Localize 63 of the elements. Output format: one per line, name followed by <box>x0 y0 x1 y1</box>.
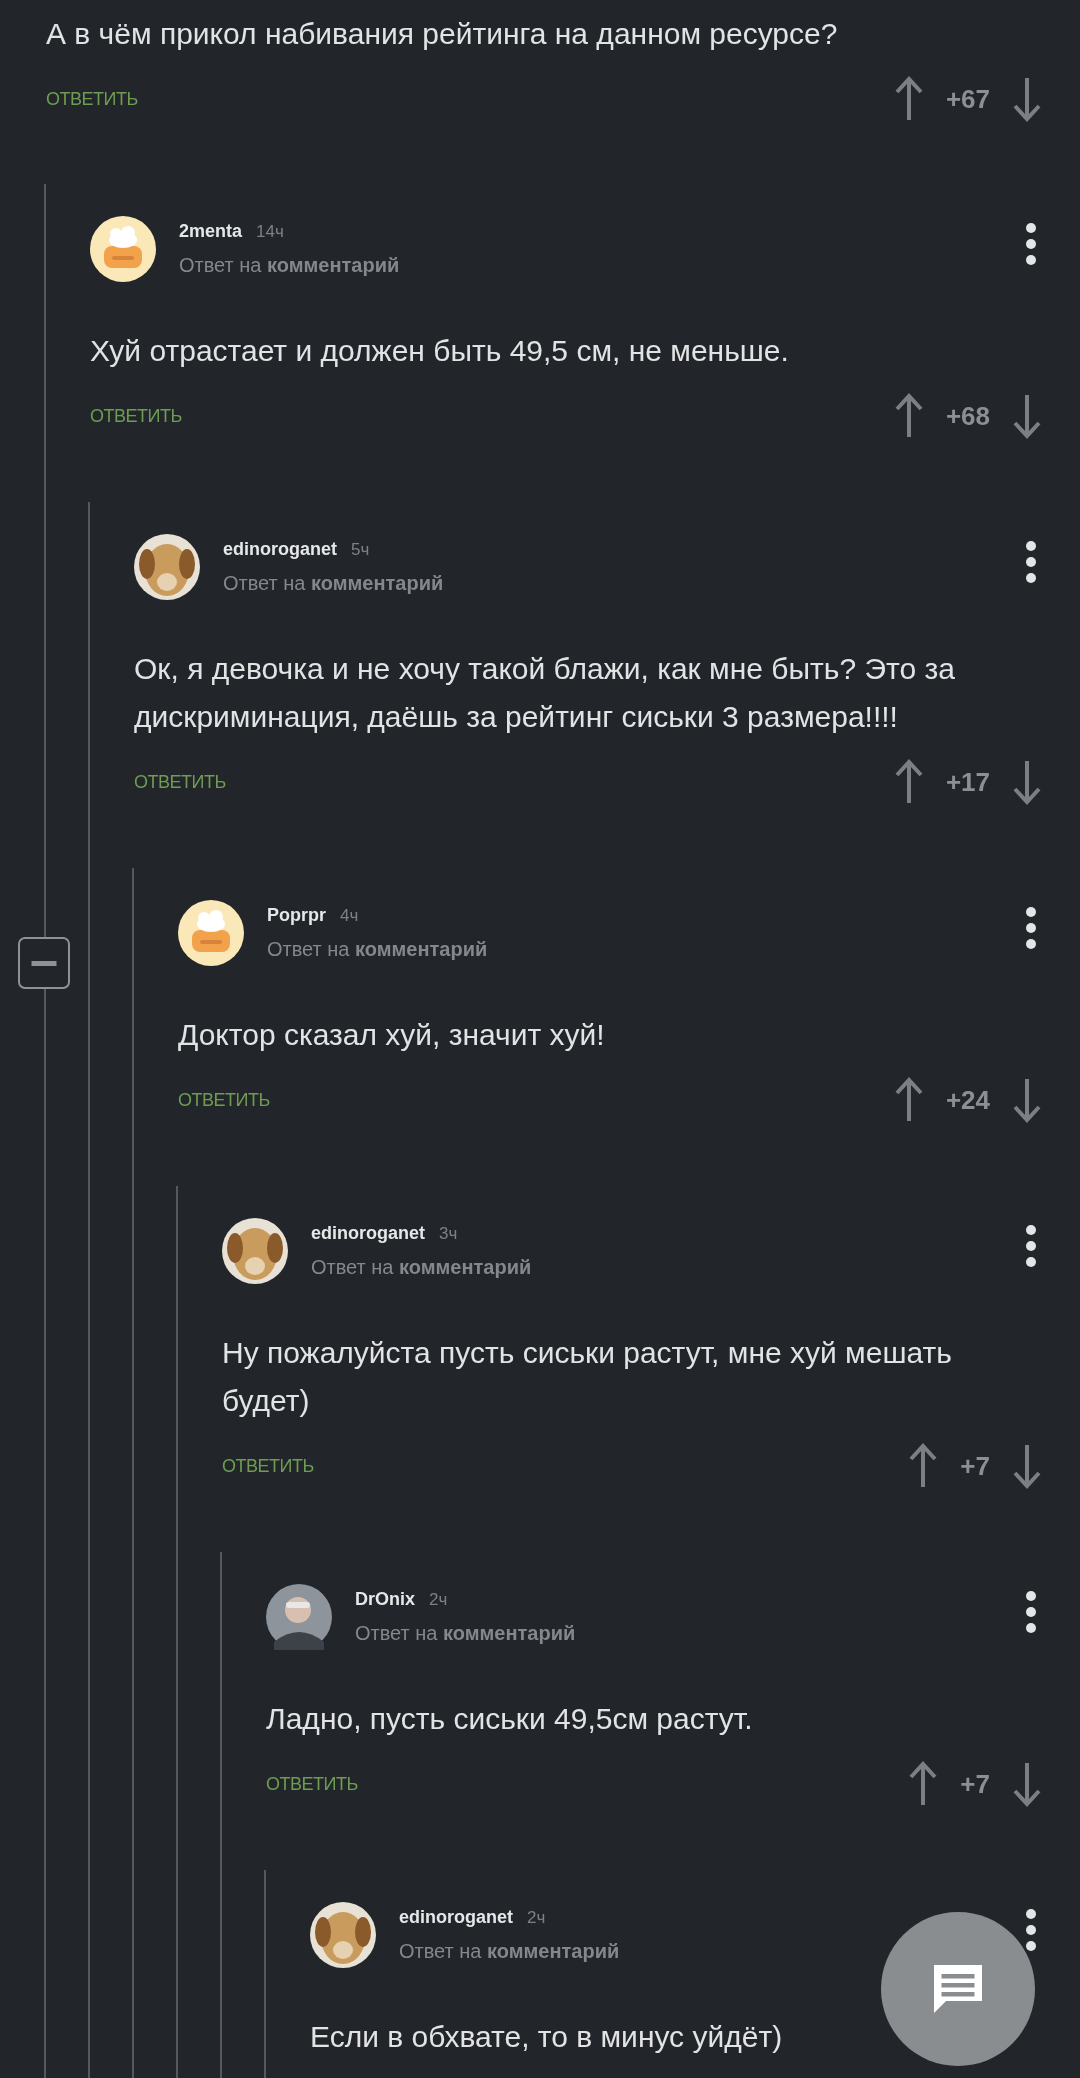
score: +7 <box>960 1768 990 1800</box>
comment-time: 3ч <box>439 1224 458 1244</box>
more-options-icon[interactable] <box>1024 222 1038 266</box>
upvote-icon[interactable] <box>893 759 924 805</box>
author-name[interactable]: edinoroganet <box>399 1907 513 1928</box>
downvote-icon[interactable] <box>1012 1443 1042 1489</box>
upvote-icon[interactable] <box>908 1761 939 1807</box>
downvote-icon[interactable] <box>1012 1077 1042 1123</box>
reply-to-link[interactable]: Ответ на комментарий <box>179 254 400 277</box>
comment-text: Если в обхвате, то в минус уйдёт) <box>310 2019 784 2055</box>
downvote-icon[interactable] <box>1012 76 1042 122</box>
more-options-icon[interactable] <box>1024 1908 1038 1952</box>
comment-time: 2ч <box>527 1908 546 1928</box>
downvote-icon[interactable] <box>1012 759 1042 805</box>
reply-to-link[interactable]: Ответ на комментарий <box>399 1940 620 1963</box>
comment-time: 14ч <box>256 222 284 242</box>
reply-button[interactable]: ОТВЕТИТЬ <box>178 1089 270 1111</box>
comment-text: Ок, я девочка и не хочу такой блажи, как мне быть? Это за дискриминация, даёшь за рейтинг сиськи 3 размера!!!! <box>134 651 956 735</box>
comment-time: 2ч <box>429 1590 448 1610</box>
upvote-icon[interactable] <box>908 1443 939 1489</box>
minus-icon <box>31 960 57 966</box>
reply-button[interactable]: ОТВЕТИТЬ <box>46 88 138 110</box>
reply-button[interactable]: ОТВЕТИТЬ <box>222 1455 314 1477</box>
reply-to-link[interactable]: Ответ на комментарий <box>267 938 488 961</box>
reply-to-link[interactable]: Ответ на комментарий <box>311 1256 532 1279</box>
score: +17 <box>945 766 990 798</box>
avatar <box>178 900 244 966</box>
upvote-icon[interactable] <box>893 393 924 439</box>
downvote-icon[interactable] <box>1012 1761 1042 1807</box>
avatar <box>222 1218 288 1284</box>
downvote-icon[interactable] <box>1012 393 1042 439</box>
comment-text: Доктор сказал хуй, значит хуй! <box>178 1017 606 1053</box>
reply-to-link[interactable]: Ответ на комментарий <box>355 1622 576 1645</box>
author-name[interactable]: DrOnix <box>355 1589 415 1610</box>
comment-text: Ну пожалуйста пусть сиськи растут, мне хуй мешать будет) <box>222 1335 953 1419</box>
comment-time: 5ч <box>351 540 370 560</box>
upvote-icon[interactable] <box>893 76 924 122</box>
avatar <box>134 534 200 600</box>
author-name[interactable]: edinoroganet <box>311 1223 425 1244</box>
comment-time: 4ч <box>340 906 359 926</box>
more-options-icon[interactable] <box>1024 540 1038 584</box>
author-name[interactable]: Poprpr <box>267 905 326 926</box>
avatar <box>310 1902 376 1968</box>
reply-button[interactable]: ОТВЕТИТЬ <box>134 771 226 793</box>
score: +24 <box>945 1084 990 1116</box>
author-name[interactable]: edinoroganet <box>223 539 337 560</box>
score: +68 <box>945 400 990 432</box>
comment-text: А в чём прикол набивания рейтинга на данном ресурсе? <box>46 16 839 52</box>
comment-text: Ладно, пусть сиськи 49,5см растут. <box>266 1701 754 1737</box>
reply-to-link[interactable]: Ответ на комментарий <box>223 572 444 595</box>
author-name[interactable]: 2menta <box>179 221 243 242</box>
upvote-icon[interactable] <box>893 1077 924 1123</box>
more-options-icon[interactable] <box>1024 1590 1038 1634</box>
comment-text: Хуй отрастает и должен быть 49,5 см, не меньше. <box>90 333 790 369</box>
avatar <box>90 216 156 282</box>
score: +67 <box>945 83 990 115</box>
reply-button[interactable]: ОТВЕТИТЬ <box>90 405 182 427</box>
reply-button[interactable]: ОТВЕТИТЬ <box>266 1773 358 1795</box>
collapse-button[interactable] <box>18 937 70 989</box>
more-options-icon[interactable] <box>1024 906 1038 950</box>
score: +7 <box>960 1450 990 1482</box>
avatar <box>266 1584 332 1650</box>
more-options-icon[interactable] <box>1024 1224 1038 1268</box>
